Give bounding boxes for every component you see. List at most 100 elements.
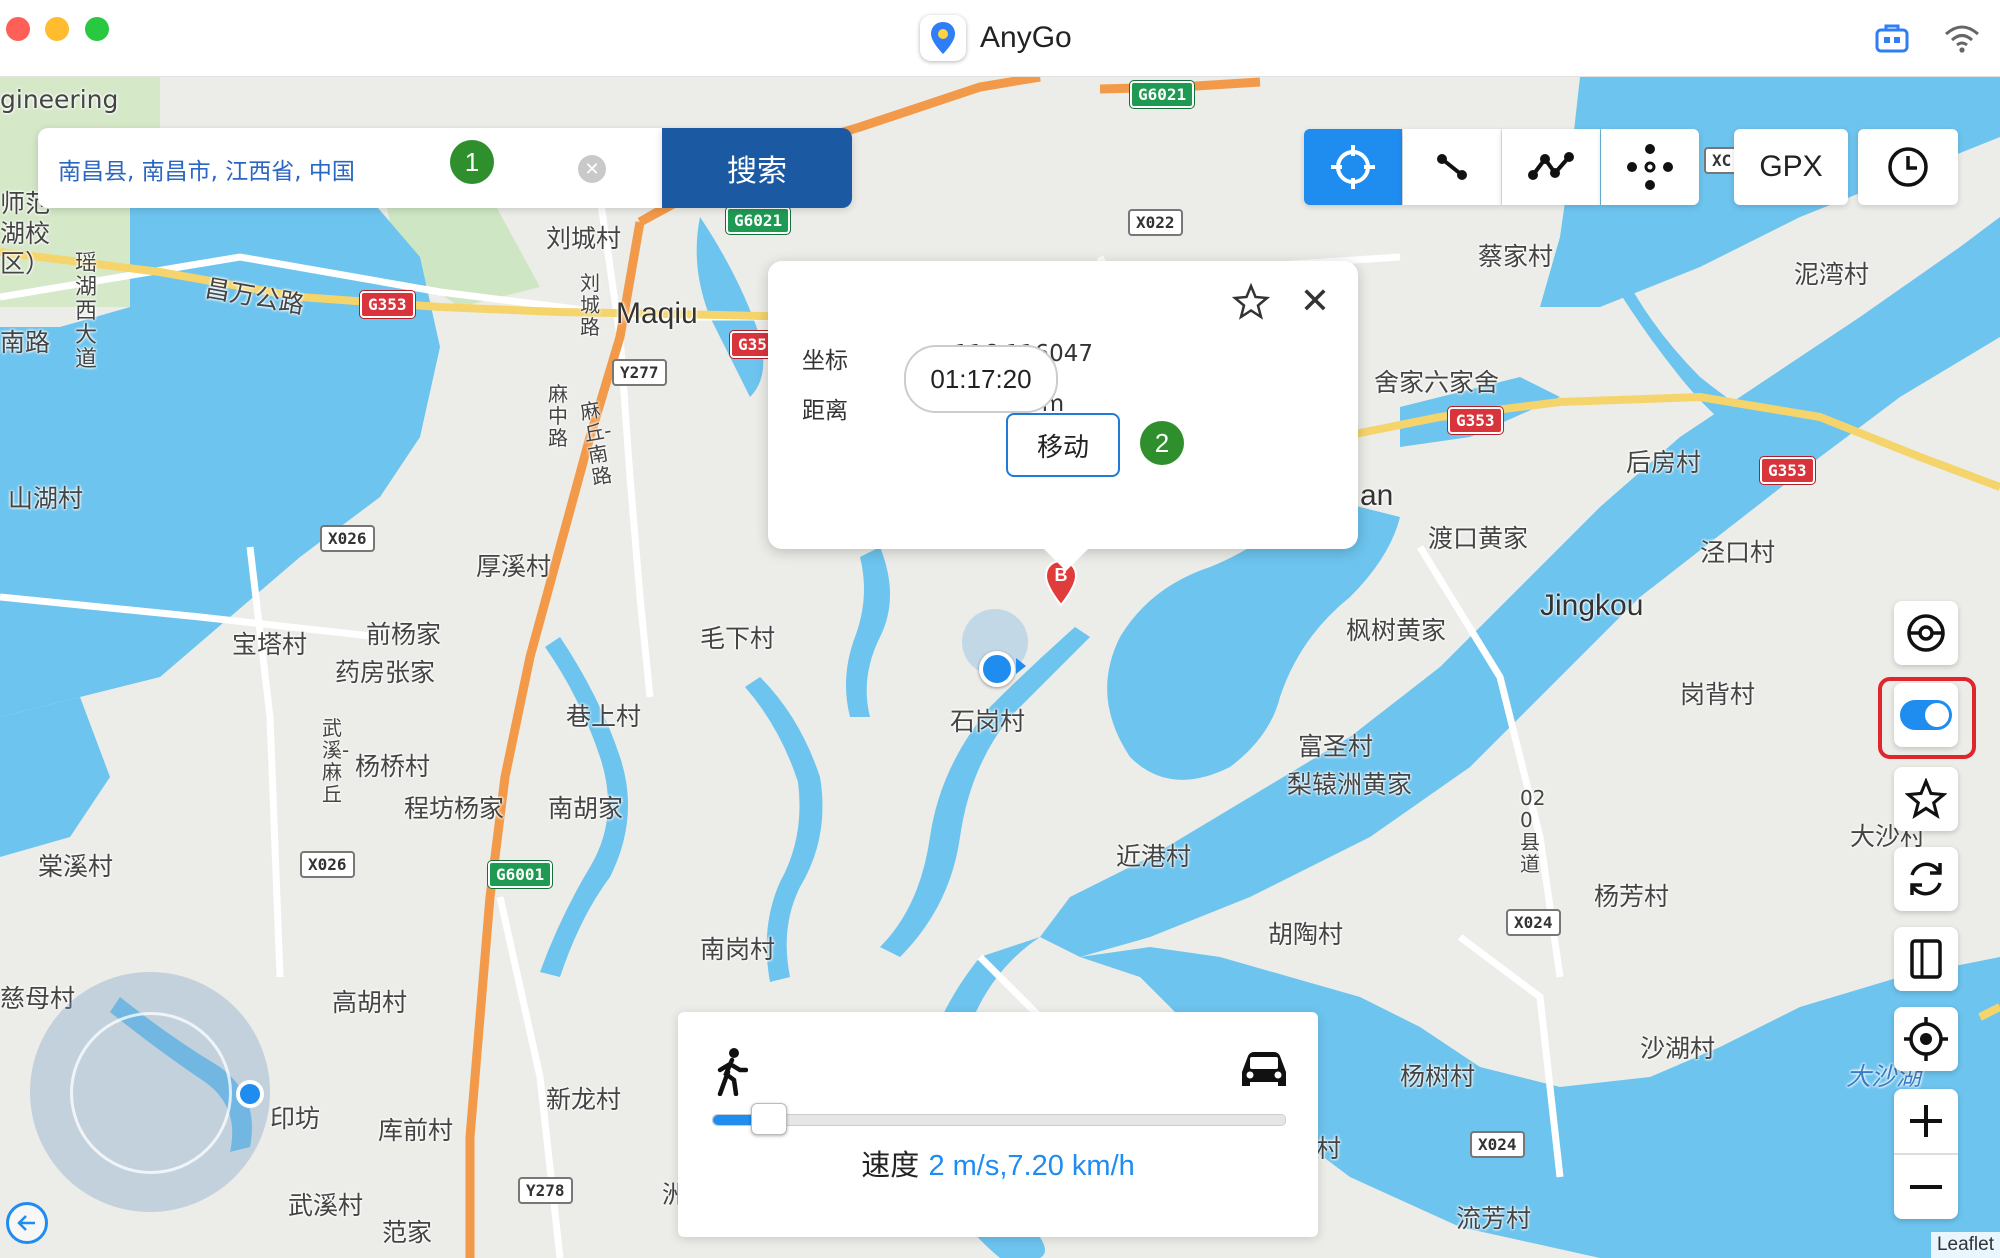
gpx-import-button[interactable]: GPX (1734, 129, 1848, 205)
road-shield: G6001 (488, 861, 553, 888)
pokeball-button[interactable] (1894, 601, 1958, 665)
place-label: 胡陶村 (1268, 920, 1344, 949)
speed-slider-thumb[interactable] (751, 1103, 787, 1135)
zoom-out-button[interactable] (1894, 1155, 1958, 1219)
crosshair-icon (1331, 145, 1375, 189)
place-label: 后房村 (1626, 448, 1702, 477)
place-label: gineering (0, 85, 119, 114)
place-label: 石岗村 (950, 707, 1026, 736)
place-label: Jingkou (1540, 589, 1644, 622)
place-label: 泥湾村 (1794, 260, 1870, 289)
speed-value: 2 m/s,7.20 km/h (928, 1150, 1135, 1182)
teleport-mode-button[interactable] (1304, 129, 1402, 205)
multi-spot-mode-button[interactable] (1502, 129, 1600, 205)
road-shield: X022 (1128, 209, 1183, 236)
speed-panel: 速度 2 m/s,7.20 km/h (678, 1012, 1318, 1237)
place-label: 山湖村 (8, 484, 84, 513)
walking-icon[interactable] (714, 1048, 749, 1100)
road-shield: Y277 (612, 359, 667, 386)
device-button[interactable] (1894, 927, 1958, 991)
road-label: 武溪-麻丘 (322, 716, 350, 806)
target-icon (1904, 1017, 1948, 1061)
search-button[interactable]: 搜索 (662, 128, 852, 208)
road-shield: X026 (320, 525, 375, 552)
phone-icon (1910, 939, 1942, 979)
close-popup-icon[interactable]: ✕ (1300, 283, 1330, 321)
refresh-button[interactable] (1894, 847, 1958, 911)
locate-me-button[interactable] (1894, 1007, 1958, 1071)
maximize-window-button[interactable] (85, 17, 109, 41)
speed-slider-track[interactable] (712, 1103, 1286, 1135)
clock-icon (1888, 147, 1928, 187)
toggle-switch[interactable] (1900, 700, 1952, 730)
place-label: 村 (1316, 1134, 1342, 1163)
step-badge: 2 (1140, 421, 1184, 465)
place-label: 前杨家 (366, 620, 442, 649)
realtime-toggle[interactable] (1894, 683, 1958, 747)
zoom-in-button[interactable] (1894, 1089, 1958, 1155)
back-arrow-icon[interactable] (6, 1202, 48, 1244)
place-label: 蔡家村 (1478, 242, 1554, 271)
coordinate-label: 坐标 (802, 348, 848, 374)
map-attribution[interactable]: Leaflet (1930, 1232, 2000, 1258)
estimated-time-pill: 01:17:20 (904, 345, 1058, 413)
place-label: 南岗村 (700, 935, 776, 964)
joystick-ring (70, 1012, 232, 1174)
place-label: 印坊 (270, 1104, 321, 1133)
place-label: 厚溪村 (476, 552, 552, 581)
place-label: 杨芳村 (1594, 882, 1670, 911)
two-spot-mode-button[interactable] (1403, 129, 1501, 205)
map-view[interactable]: gineering 师范 湖校区） 南路 刘城村 昌万公路 Maqiu 瑶湖西大… (0, 77, 2000, 1258)
joystick-knob[interactable] (236, 1080, 264, 1108)
history-button[interactable] (1858, 129, 1958, 205)
road-shield: Y278 (518, 1177, 573, 1204)
toggle-knob (1925, 703, 1949, 727)
road-shield: G353 (360, 291, 415, 318)
move-button[interactable]: 移动 (1006, 413, 1120, 477)
place-label: 沙湖村 (1640, 1034, 1716, 1063)
place-label: 渡口黄家 (1428, 524, 1529, 553)
place-label: 高胡村 (332, 988, 408, 1017)
place-label: 新龙村 (546, 1085, 622, 1114)
joystick-pad[interactable] (30, 972, 270, 1212)
place-label: 舍家六家舍 (1374, 368, 1500, 397)
car-icon[interactable] (1238, 1048, 1290, 1096)
zoom-control (1894, 1089, 1958, 1219)
place-label: 枫树黄家 (1346, 616, 1447, 645)
toolbox-icon[interactable] (1870, 18, 1914, 58)
favorite-star-icon[interactable] (1231, 282, 1271, 325)
close-window-button[interactable] (6, 17, 30, 41)
road-label: 020县道 (1520, 786, 1546, 876)
minimize-window-button[interactable] (45, 17, 69, 41)
current-location-marker[interactable] (979, 651, 1015, 687)
place-label: 南路 (0, 328, 51, 357)
jump-teleport-mode-button[interactable] (1601, 129, 1699, 205)
app-name: AnyGo (980, 21, 1072, 54)
refresh-icon (1910, 862, 1942, 896)
place-label: 程坊杨家 (404, 794, 505, 823)
place-label: 巷上村 (566, 702, 642, 731)
road-shield: G353 (1448, 407, 1503, 434)
speed-label: 速度 (861, 1148, 920, 1182)
place-label: 范家 (382, 1218, 433, 1247)
road-label: 麻中路 (548, 382, 568, 450)
road-shield: G6021 (1130, 81, 1195, 108)
place-label: 武溪村 (288, 1191, 364, 1220)
place-label: 毛下村 (700, 624, 776, 653)
search-input[interactable] (56, 146, 490, 192)
place-label: 流芳村 (1456, 1204, 1532, 1233)
place-label: 杨桥村 (355, 752, 431, 781)
wifi-icon[interactable] (1940, 18, 1984, 58)
favorites-button[interactable] (1894, 767, 1958, 831)
clear-search-icon[interactable]: ✕ (578, 155, 606, 183)
place-label: 南胡家 (548, 794, 624, 823)
place-label: 梨辕洲黄家 (1287, 770, 1413, 799)
two-spot-route-icon (1437, 154, 1467, 180)
app-title: AnyGo (920, 14, 1072, 62)
heading-arrow-icon (1016, 658, 1026, 674)
place-label: 药房张家 (335, 658, 436, 687)
multi-spot-route-icon (1528, 152, 1574, 180)
title-bar: AnyGo (0, 0, 2000, 77)
road-shield: X026 (300, 851, 355, 878)
distance-label: 距离 (802, 398, 848, 424)
